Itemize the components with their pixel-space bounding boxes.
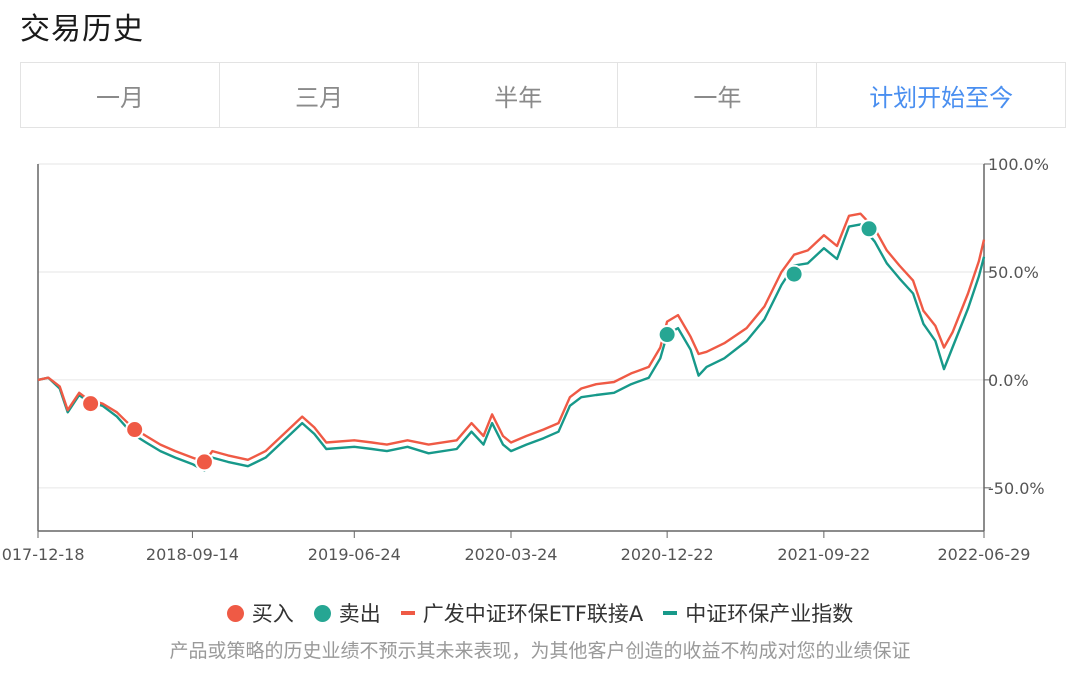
y-tick-label: 100.0% <box>988 155 1049 174</box>
x-tick-label: 2017-12-18 <box>0 545 84 564</box>
sell-point <box>784 264 804 284</box>
fund-series-line <box>37 212 986 464</box>
x-tick-label: 2020-12-22 <box>621 545 714 564</box>
tab-one-year[interactable]: 一年 <box>618 63 818 127</box>
x-tick-label: 2021-09-22 <box>777 545 870 564</box>
buy-point <box>125 420 145 440</box>
x-tick-label: 2022-06-29 <box>938 545 1031 564</box>
buy-point <box>81 394 101 414</box>
x-tick-label: 2019-06-24 <box>308 545 401 564</box>
legend-index[interactable]: 中证环保产业指数 <box>663 598 853 628</box>
legend-buy-label: 买入 <box>251 602 294 626</box>
index-line-icon <box>663 611 678 615</box>
legend-buy[interactable]: 买入 <box>226 598 294 628</box>
disclaimer-text: 产品或策略的历史业绩不预示其未来表现，为其他客户创造的收益不构成对您的业绩保证 <box>169 640 911 662</box>
chart-legend: 买入 卖出 广发中证环保ETF联接A 中证环保产业指数 <box>0 598 1080 628</box>
sell-marker-icon <box>313 604 331 622</box>
period-tabs: 一月 三月 半年 一年 计划开始至今 <box>20 62 1066 128</box>
buy-point <box>194 452 214 472</box>
legend-fund-label: 广发中证环保ETF联接A <box>422 602 644 626</box>
tab-half-year[interactable]: 半年 <box>419 63 619 127</box>
y-tick-label: 0.0% <box>988 371 1029 390</box>
x-tick-label: 2020-03-24 <box>465 545 558 564</box>
performance-line-chart: 100.0% 50.0% 0.0% -50.0% 2017-12-18 2018-09-1… <box>0 155 1049 564</box>
page-title: 交易历史 <box>20 12 144 47</box>
legend-sell-label: 卖出 <box>338 602 381 626</box>
legend-sell[interactable]: 卖出 <box>313 598 381 628</box>
x-tick-label: 2018-09-14 <box>146 545 239 564</box>
index-series-line <box>37 223 986 472</box>
buy-marker-icon <box>226 604 244 622</box>
y-tick-label: -50.0% <box>988 479 1045 498</box>
y-tick-label: 50.0% <box>988 263 1039 282</box>
legend-index-label: 中证环保产业指数 <box>685 602 854 626</box>
sell-point <box>657 325 677 345</box>
tab-since-plan-start[interactable]: 计划开始至今 <box>817 63 1065 127</box>
tab-one-month[interactable]: 一月 <box>21 63 221 127</box>
tab-three-months[interactable]: 三月 <box>220 63 420 127</box>
fund-line-icon <box>400 611 415 615</box>
sell-point <box>859 219 879 239</box>
legend-fund[interactable]: 广发中证环保ETF联接A <box>400 598 644 628</box>
